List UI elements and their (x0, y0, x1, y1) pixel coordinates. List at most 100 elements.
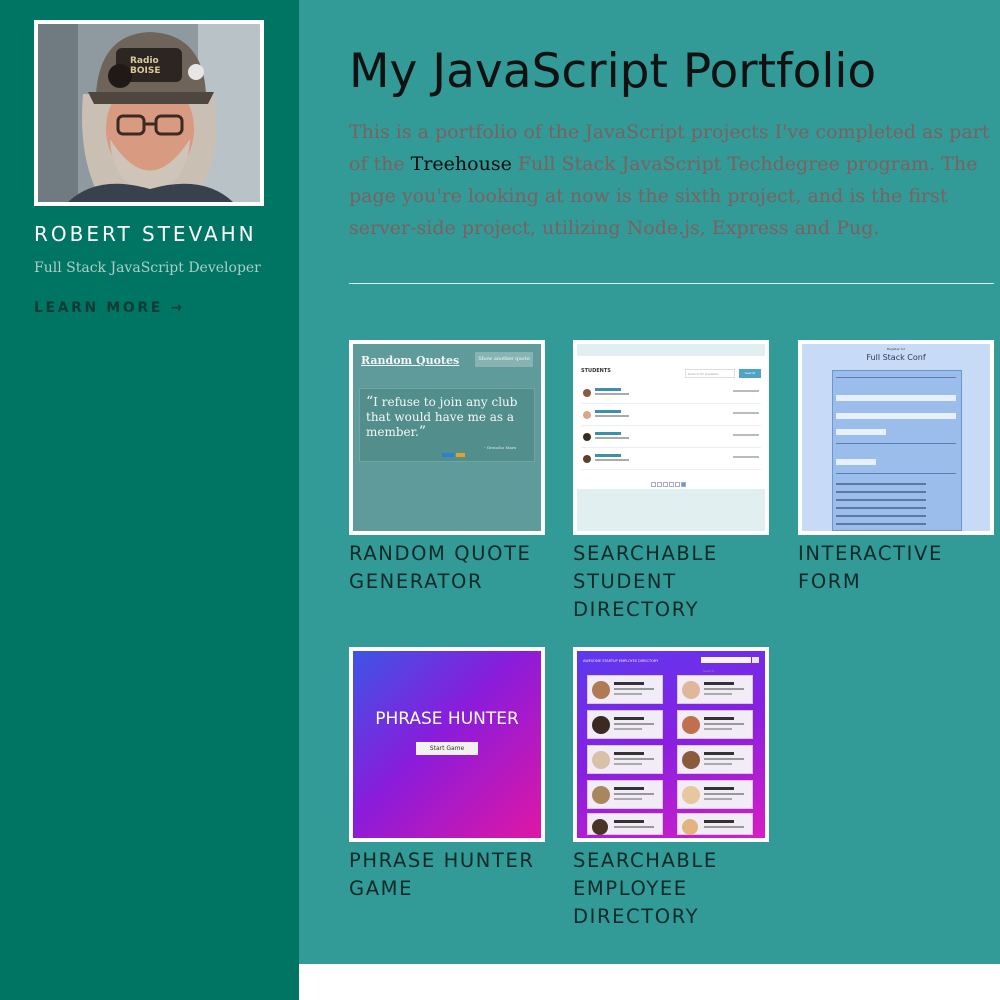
employee-card (677, 813, 753, 835)
sd-row (581, 428, 761, 448)
ed-line (614, 763, 642, 765)
if-checkbox-line (836, 507, 926, 509)
rq-source: - Groucho Marx (484, 445, 516, 450)
if-checkbox-line (836, 523, 926, 525)
ed-line (614, 717, 644, 720)
project-card-phrase-hunter[interactable]: PHRASE HUNTER Start Game PHRASE HUNTER G… (349, 647, 545, 903)
page-link (651, 482, 656, 487)
page-link (681, 482, 686, 487)
sd-line (595, 410, 621, 413)
sidebar: Radio BOISE ROBERT STEVAHN Full Stack Ja… (0, 0, 299, 1000)
close-quote-icon: ” (418, 424, 427, 440)
ed-line (614, 787, 644, 790)
sd-row (581, 384, 761, 404)
employee-photo (592, 786, 610, 804)
project-thumbnail[interactable]: Register for Full Stack Conf (798, 340, 994, 535)
employee-photo (682, 681, 700, 699)
ed-line (614, 682, 644, 685)
sd-line (733, 390, 759, 392)
ed-line (614, 758, 654, 760)
ed-line (704, 820, 734, 823)
ed-line (614, 693, 642, 695)
if-rule (836, 377, 956, 378)
ed-line (704, 793, 744, 795)
project-label[interactable]: SEARCHABLE EMPLOYEE DIRECTORY (573, 847, 769, 931)
ed-line (614, 826, 654, 828)
rq-tag (442, 453, 454, 457)
rq-tag (456, 453, 465, 457)
project-thumbnail[interactable]: PHRASE HUNTER Start Game (349, 647, 545, 842)
employee-card (677, 780, 753, 809)
sd-search-button: Search (739, 369, 761, 378)
learn-more-link[interactable]: LEARN MORE → (34, 300, 185, 316)
if-rule (836, 473, 956, 474)
ed-search-placeholder: Search... (703, 669, 717, 673)
student-avatar (583, 455, 591, 463)
rq-title: Random Quotes (361, 354, 460, 367)
if-checkbox-line (836, 515, 926, 517)
avatar-frame: Radio BOISE (34, 20, 264, 206)
employee-photo (682, 716, 700, 734)
ed-line (704, 717, 734, 720)
employee-photo (592, 819, 608, 835)
student-directory-preview: STUDENTS Search for students... Search (577, 344, 765, 531)
ed-line (704, 763, 732, 765)
project-thumbnail[interactable]: Random Quotes Show another quote “I refu… (349, 340, 545, 535)
ed-line (704, 798, 732, 800)
student-avatar (583, 411, 591, 419)
ed-line (704, 682, 734, 685)
project-label[interactable]: SEARCHABLE STUDENT DIRECTORY (573, 540, 769, 624)
if-form-panel (832, 370, 962, 531)
interactive-form-preview: Register for Full Stack Conf (802, 344, 990, 531)
rq-quote-box: “I refuse to join any club that would ha… (359, 388, 535, 462)
employee-card (677, 745, 753, 774)
intro-paragraph: This is a portfolio of the JavaScript pr… (349, 116, 994, 244)
if-title: Full Stack Conf (866, 353, 926, 362)
sd-row (581, 450, 761, 470)
avatar: Radio BOISE (38, 24, 260, 202)
project-card-random-quote[interactable]: Random Quotes Show another quote “I refu… (349, 340, 545, 596)
project-label[interactable]: INTERACTIVE FORM (798, 540, 994, 596)
project-thumbnail[interactable]: AWESOME STARTUP EMPLOYEE DIRECTORY Searc… (573, 647, 769, 842)
sd-line (595, 393, 629, 395)
project-card-student-directory[interactable]: STUDENTS Search for students... Search S… (573, 340, 769, 624)
ed-line (704, 688, 744, 690)
ph-title: PHRASE HUNTER (375, 709, 519, 729)
divider (349, 283, 994, 284)
employee-card (587, 710, 663, 739)
sd-line (595, 432, 621, 435)
page-title: My JavaScript Portfolio (349, 44, 877, 99)
if-checkbox-line (836, 499, 926, 501)
if-subtitle: Register for (886, 347, 906, 351)
sd-line (733, 412, 759, 414)
ed-line (704, 693, 732, 695)
ed-line (704, 728, 732, 730)
project-card-employee-directory[interactable]: AWESOME STARTUP EMPLOYEE DIRECTORY Searc… (573, 647, 769, 931)
employee-photo (592, 751, 610, 769)
if-field (836, 459, 876, 465)
employee-card (587, 780, 663, 809)
ed-line (614, 793, 654, 795)
sd-line (595, 454, 621, 457)
ed-line (704, 752, 734, 755)
employee-photo (682, 786, 700, 804)
if-field (836, 429, 886, 435)
sd-top-bar (577, 344, 765, 356)
student-avatar (583, 389, 591, 397)
ed-line (704, 758, 744, 760)
ed-line (614, 728, 642, 730)
project-thumbnail[interactable]: STUDENTS Search for students... Search (573, 340, 769, 535)
sd-line (595, 415, 629, 417)
if-checkbox-line (836, 491, 926, 493)
ed-line (614, 752, 644, 755)
employee-photo (592, 716, 610, 734)
project-label[interactable]: PHRASE HUNTER GAME (349, 847, 545, 903)
sd-line (595, 437, 629, 439)
project-label[interactable]: RANDOM QUOTE GENERATOR (349, 540, 545, 596)
treehouse-link[interactable]: Treehouse (411, 153, 512, 175)
sd-line (733, 434, 759, 436)
random-quote-preview: Random Quotes Show another quote “I refu… (353, 344, 541, 531)
employee-photo (682, 819, 698, 835)
project-card-interactive-form[interactable]: Register for Full Stack Conf INTERACTIVE… (798, 340, 994, 596)
sd-search-input: Search for students... (685, 369, 735, 378)
